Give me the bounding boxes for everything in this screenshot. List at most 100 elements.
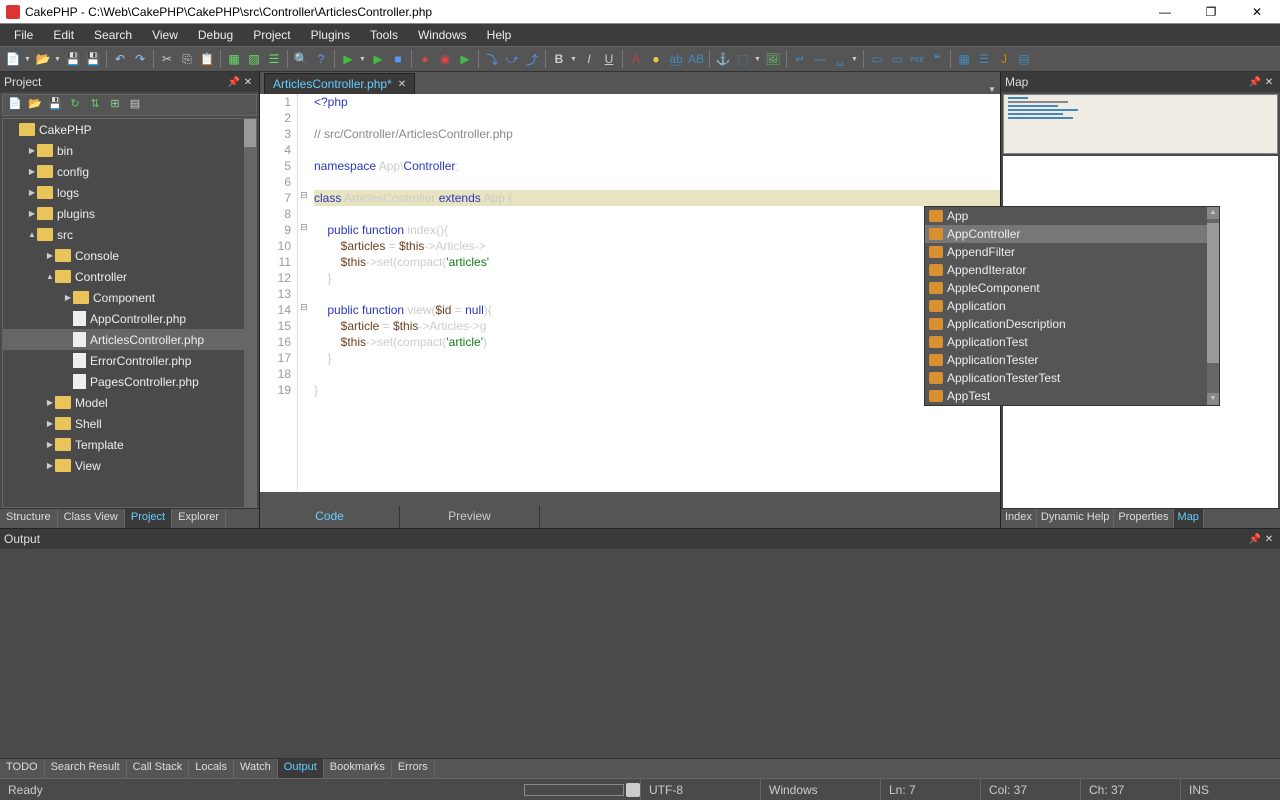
map-tab[interactable]: Map xyxy=(1174,509,1204,528)
status-eol[interactable]: Windows xyxy=(760,779,880,800)
minimize-button[interactable]: — xyxy=(1142,0,1188,24)
expand-icon[interactable]: ▶ xyxy=(45,251,55,260)
continue-icon[interactable]: ▶ xyxy=(456,50,474,68)
code-line[interactable]: <?php xyxy=(314,94,1000,110)
pin-icon[interactable]: 📌 xyxy=(1248,534,1262,545)
upper-icon[interactable]: AB xyxy=(687,50,705,68)
tree-item[interactable]: PagesController.php xyxy=(3,371,256,392)
expand-icon[interactable]: ▶ xyxy=(45,440,55,449)
font-icon[interactable]: A xyxy=(627,50,645,68)
dropdown-icon[interactable]: ▼ xyxy=(851,56,859,63)
status-ins[interactable]: INS xyxy=(1180,779,1280,800)
cut-icon[interactable]: ✂ xyxy=(158,50,176,68)
minimap[interactable] xyxy=(1003,94,1278,154)
new-file-icon[interactable]: 📄 xyxy=(4,50,22,68)
code-line[interactable]: } xyxy=(314,270,1000,286)
code-line[interactable] xyxy=(314,142,1000,158)
expand-icon[interactable]: ▶ xyxy=(63,293,73,302)
help-icon[interactable]: ? xyxy=(312,50,330,68)
dropdown-icon[interactable]: ▼ xyxy=(24,56,32,63)
tree-item[interactable]: ▶logs xyxy=(3,182,256,203)
code-line[interactable]: // src/Controller/ArticlesController.php xyxy=(314,126,1000,142)
search-icon[interactable]: 🔍 xyxy=(292,50,310,68)
editor-btm-tab[interactable]: Preview xyxy=(400,506,540,528)
code-line[interactable]: $articles = $this->Articles-> xyxy=(314,238,1000,254)
scrollbar-thumb[interactable] xyxy=(244,119,256,147)
expand-icon[interactable]: ▶ xyxy=(45,398,55,407)
autocomplete-item[interactable]: Application xyxy=(925,297,1219,315)
tree-item[interactable]: AppController.php xyxy=(3,308,256,329)
quote-icon[interactable]: ❝ xyxy=(928,50,946,68)
close-tab-icon[interactable]: ✕ xyxy=(398,79,406,90)
map-tab[interactable]: Dynamic Help xyxy=(1037,509,1114,528)
code-line[interactable]: } xyxy=(314,382,1000,398)
tree-item[interactable]: ▶plugins xyxy=(3,203,256,224)
run-icon[interactable]: ▶ xyxy=(339,50,357,68)
sync-icon[interactable]: ⇅ xyxy=(87,97,103,113)
redo-icon[interactable]: ↷ xyxy=(131,50,149,68)
highlight-icon[interactable]: ● xyxy=(647,50,665,68)
bold-icon[interactable]: B xyxy=(550,50,568,68)
output-tab[interactable]: Call Stack xyxy=(127,759,190,778)
pin-icon[interactable]: 📌 xyxy=(227,77,241,88)
tree-item[interactable]: CakePHP xyxy=(3,119,256,140)
tree-item[interactable]: ▶config xyxy=(3,161,256,182)
new-project-icon[interactable]: 📄 xyxy=(7,97,23,113)
menu-file[interactable]: File xyxy=(4,26,43,44)
autocomplete-item[interactable]: App xyxy=(925,207,1219,225)
close-icon[interactable]: ✕ xyxy=(1262,77,1276,88)
collapse-icon[interactable]: ▤ xyxy=(127,97,143,113)
project-tab[interactable]: Class View xyxy=(58,509,125,528)
tree-item[interactable]: ▶Console xyxy=(3,245,256,266)
link-icon[interactable]: ⬚ xyxy=(734,50,752,68)
menu-help[interactable]: Help xyxy=(477,26,522,44)
div-icon[interactable]: ▭ xyxy=(888,50,906,68)
script-icon[interactable]: J xyxy=(995,50,1013,68)
output-tab[interactable]: Output xyxy=(278,759,324,778)
uncomment-icon[interactable]: ▨ xyxy=(245,50,263,68)
autocomplete-item[interactable]: AppleComponent xyxy=(925,279,1219,297)
breakpoint-icon[interactable]: ● xyxy=(416,50,434,68)
menu-search[interactable]: Search xyxy=(84,26,142,44)
image-icon[interactable]: 🖼 xyxy=(764,50,782,68)
tree-item[interactable]: ▲Controller xyxy=(3,266,256,287)
code-line[interactable]: class ArticlesController extends App { xyxy=(314,190,1000,206)
maximize-button[interactable]: ❐ xyxy=(1188,0,1234,24)
autocomplete-item[interactable]: AppendFilter xyxy=(925,243,1219,261)
project-tab[interactable]: Structure xyxy=(0,509,58,528)
br-icon[interactable]: ↵ xyxy=(791,50,809,68)
pin-icon[interactable]: 📌 xyxy=(1248,77,1262,88)
project-tree[interactable]: CakePHP▶bin▶config▶logs▶plugins▲src▶Cons… xyxy=(2,118,257,508)
autocomplete-item[interactable]: AppTest xyxy=(925,387,1219,405)
output-tab[interactable]: Locals xyxy=(189,759,234,778)
menu-project[interactable]: Project xyxy=(243,26,300,44)
code-line[interactable] xyxy=(314,366,1000,382)
lower-icon[interactable]: a͟b xyxy=(667,50,685,68)
tree-item[interactable]: ▶Shell xyxy=(3,413,256,434)
output-tab[interactable]: Bookmarks xyxy=(324,759,392,778)
expand-icon[interactable]: ▲ xyxy=(45,272,55,281)
fold-icon[interactable]: ⊟ xyxy=(298,190,310,206)
close-icon[interactable]: ✕ xyxy=(1262,534,1276,545)
debug-icon[interactable]: ▶ xyxy=(369,50,387,68)
code-line[interactable] xyxy=(314,174,1000,190)
tree-item[interactable]: ▶Template xyxy=(3,434,256,455)
scroll-down-icon[interactable]: ▼ xyxy=(1207,393,1219,405)
dropdown-icon[interactable]: ▼ xyxy=(359,56,367,63)
format-icon[interactable]: ☰ xyxy=(265,50,283,68)
editor-hscrollbar[interactable] xyxy=(260,492,1000,506)
table-icon[interactable]: ▦ xyxy=(955,50,973,68)
nbsp-icon[interactable]: ␣ xyxy=(831,50,849,68)
code-line[interactable]: public function index(){ xyxy=(314,222,1000,238)
anchor-icon[interactable]: ⚓ xyxy=(714,50,732,68)
tree-item[interactable]: ErrorController.php xyxy=(3,350,256,371)
autocomplete-scrollbar[interactable]: ▲ ▼ xyxy=(1207,207,1219,405)
output-body[interactable] xyxy=(0,549,1280,758)
project-tab[interactable]: Explorer xyxy=(172,509,226,528)
copy-icon[interactable]: ⎘ xyxy=(178,50,196,68)
tree-item[interactable]: ▶Model xyxy=(3,392,256,413)
code-line[interactable]: } xyxy=(314,350,1000,366)
code-line[interactable] xyxy=(314,206,1000,222)
comment-icon[interactable]: ▦ xyxy=(225,50,243,68)
menu-plugins[interactable]: Plugins xyxy=(301,26,360,44)
